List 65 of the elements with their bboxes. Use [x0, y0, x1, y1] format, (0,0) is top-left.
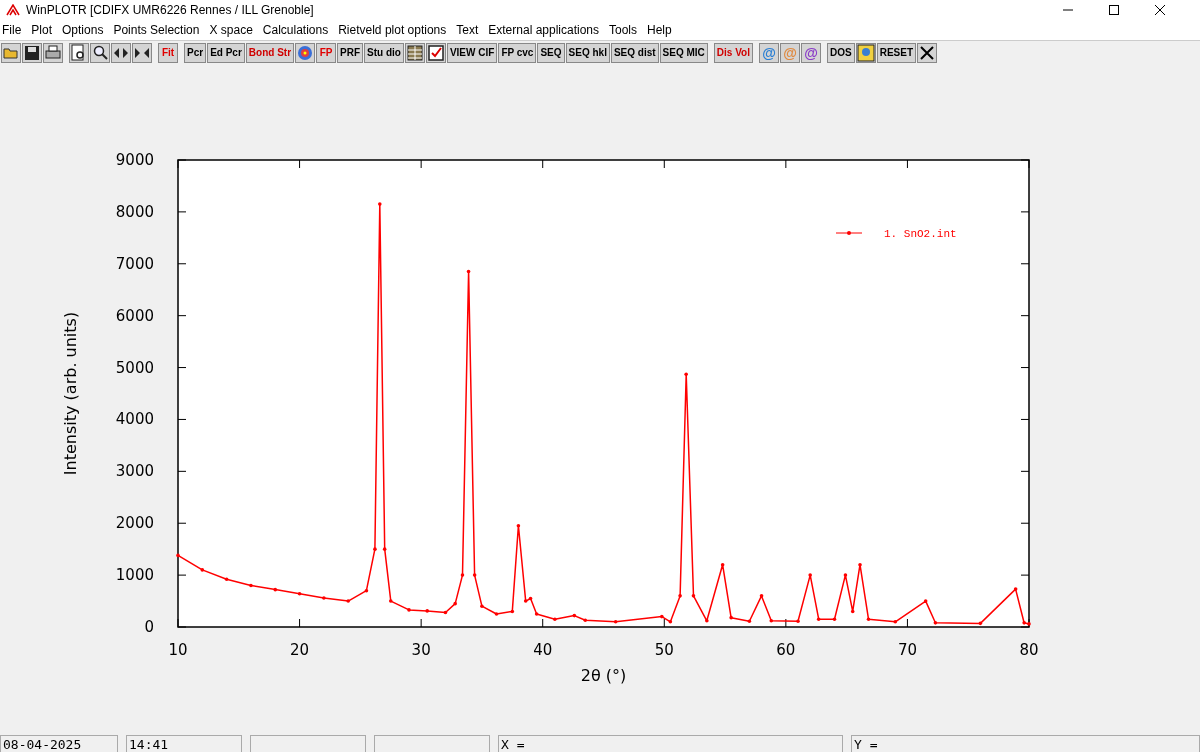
menu-item[interactable]: File — [0, 23, 27, 37]
checkbox-icon[interactable] — [425, 43, 446, 63]
x-axis-title: 2θ (°) — [580, 666, 627, 685]
toolbar-button[interactable]: RESET — [876, 43, 916, 63]
menu-item[interactable]: X space — [204, 23, 258, 37]
menu-item[interactable]: Tools — [604, 23, 643, 37]
menu-item[interactable]: Text — [451, 23, 484, 37]
toolbar-button[interactable]: @ — [801, 43, 821, 63]
y-tick-label: 9000 — [115, 151, 154, 169]
y-tick-label: 1000 — [115, 566, 154, 585]
maximize-icon[interactable] — [1108, 4, 1120, 16]
x-tick-label: 10 — [168, 641, 188, 659]
menu-item[interactable]: Plot — [26, 23, 58, 37]
status-y-readout: Y = — [851, 735, 1200, 752]
toolbar-button[interactable]: Ed Pcr — [207, 43, 245, 63]
x-tick-label: 60 — [776, 641, 796, 659]
menu-item[interactable]: Help — [642, 23, 677, 37]
x-tick-label: 50 — [654, 641, 674, 659]
toolbar-button[interactable]: DOS — [827, 43, 855, 63]
y-tick-label: 4000 — [115, 410, 154, 429]
status-x-readout: X = — [498, 735, 843, 752]
y-axis-title: Intensity (arb. units) — [61, 311, 80, 476]
close-icon[interactable] — [917, 43, 937, 63]
x-tick-label: 20 — [290, 641, 310, 659]
y-tick-label: 2000 — [115, 514, 154, 533]
toolbar-button[interactable]: PRF — [337, 43, 364, 63]
y-tick-label: 3000 — [115, 462, 154, 481]
toolbar-button[interactable]: SEQ — [537, 43, 565, 63]
x-tick-label: 80 — [1019, 641, 1039, 659]
legend-marker-icon — [835, 231, 863, 235]
search-icon[interactable] — [90, 43, 110, 63]
toolbar-button[interactable]: Bond Str — [245, 43, 295, 63]
x-tick-label: 40 — [533, 641, 553, 659]
printer-icon[interactable] — [43, 43, 63, 63]
app-logo-icon — [6, 4, 20, 16]
close-icon[interactable] — [1154, 4, 1166, 16]
legend-label: 1. SnO2.int — [884, 228, 957, 240]
page-magnifier-icon[interactable] — [69, 43, 89, 63]
picture-icon[interactable] — [855, 43, 876, 63]
x-tick-label: 30 — [411, 641, 431, 659]
x-tick-label: 70 — [897, 641, 917, 659]
toolbar-button[interactable]: Dis Vol — [713, 43, 753, 63]
window-title: WinPLOTR [CDIFX UMR6226 Rennes / ILL Grenoble] — [26, 3, 314, 17]
menu-item[interactable]: Options — [57, 23, 109, 37]
menu-item[interactable]: Points Selection — [108, 23, 205, 37]
y-tick-label: 0 — [144, 618, 154, 636]
toolbar-button[interactable]: SEQ dist — [610, 43, 659, 63]
status-time: 14:41 — [126, 735, 242, 752]
toolbar-button[interactable]: SEQ hkl — [565, 43, 610, 63]
grid-icon[interactable] — [404, 43, 425, 63]
menu-item[interactable]: Calculations — [257, 23, 334, 37]
y-tick-label: 5000 — [115, 358, 154, 377]
y-tick-label: 6000 — [115, 306, 154, 325]
y-tick-label: 7000 — [115, 254, 154, 273]
toolbar-button[interactable]: Stu dio — [364, 43, 404, 63]
menu-item[interactable]: External applications — [483, 23, 604, 37]
status-date: 08-04-2025 — [0, 735, 118, 752]
toolbar-button[interactable]: FP cvc — [498, 43, 537, 63]
menu-item[interactable]: Rietveld plot options — [333, 23, 452, 37]
toolbar-button[interactable]: VIEW CIF — [446, 43, 498, 63]
y-tick-label: 8000 — [115, 202, 154, 221]
target-icon[interactable] — [295, 43, 316, 63]
toolbar-button[interactable]: SEQ MIC — [659, 43, 708, 63]
floppy-disk-icon[interactable] — [22, 43, 42, 63]
toolbar-button[interactable]: Pcr — [184, 43, 207, 63]
